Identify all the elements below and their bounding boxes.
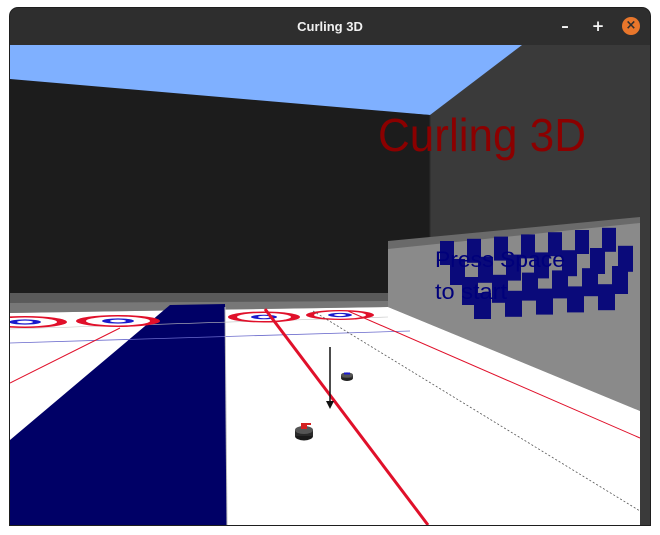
close-button[interactable]: ×: [622, 17, 640, 35]
house-far-right-2: [306, 310, 374, 320]
game-viewport[interactable]: Curling 3D Press Space to start: [10, 45, 650, 525]
seat: [575, 230, 589, 254]
prompt-text-line1: Press Space: [435, 247, 565, 272]
maximize-button[interactable]: +: [589, 17, 607, 35]
title-bar[interactable]: Curling 3D – + ×: [10, 8, 650, 45]
seat: [567, 286, 584, 313]
stone-blue: [341, 372, 353, 381]
seat: [598, 284, 615, 311]
back-wall: [10, 79, 430, 308]
seat: [522, 272, 538, 301]
seat: [505, 290, 522, 317]
seat: [582, 268, 598, 297]
game-title-text: Curling 3D: [378, 109, 586, 161]
prompt-text-line2: to start: [435, 279, 507, 304]
seat: [536, 288, 553, 315]
game-window: Curling 3D – + × Curling 3D Press Space …: [10, 8, 650, 525]
window-title: Curling 3D: [297, 19, 363, 34]
house-far-right-1: [228, 311, 300, 323]
minimize-button[interactable]: –: [556, 17, 574, 35]
scene-canvas[interactable]: Curling 3D Press Space to start: [10, 45, 650, 525]
house-far-mid: [76, 315, 160, 327]
seat: [552, 270, 568, 299]
